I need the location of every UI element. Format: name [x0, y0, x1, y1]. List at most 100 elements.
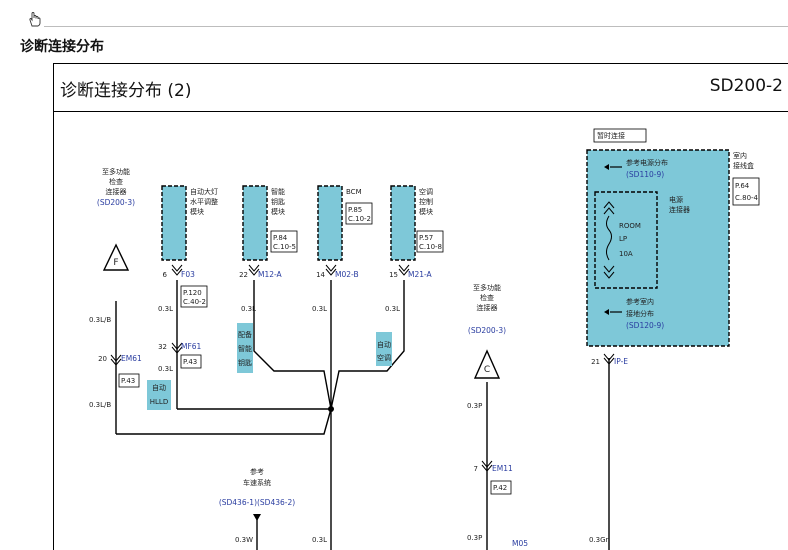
wire-label-2: 0.3L/B — [89, 401, 111, 409]
f03-ref-c: C.40-2 — [183, 298, 206, 306]
connector-m12a-pin: 22 — [239, 271, 248, 279]
tag-smart-line1: 配备 — [238, 330, 252, 339]
module-bcm-ref-c: C.10-2 — [348, 215, 371, 223]
module-ac-line2: 控制 — [419, 197, 433, 206]
junction-room-line1: 室内 — [733, 151, 747, 160]
connector-mf61-pin: 32 — [158, 343, 167, 351]
mid-link-line1: 至多功能 — [473, 283, 501, 292]
connector-ipe-pin: 21 — [591, 358, 600, 366]
junction-room-line2: 接线盒 — [733, 161, 754, 170]
tag-auto-line2: 空调 — [377, 353, 391, 362]
module-smart-key: 智能 钥匙 模块 P.84 C.10-5 — [242, 185, 298, 261]
module-bcm: BCM P.85 C.10-2 — [317, 185, 373, 261]
connector-em11-id: EM11 — [492, 464, 513, 473]
bottom-ref-arrow — [253, 514, 261, 521]
wire-label-8: 0.3P — [467, 402, 482, 410]
page-title: 诊断连接分布 — [20, 39, 104, 55]
junction-fuse-name2: LP — [619, 235, 627, 243]
top-divider — [44, 26, 788, 27]
module-smart-line2: 钥匙 — [271, 197, 285, 206]
bottom-ref-line1: 参考 — [250, 467, 264, 476]
junction-power-ref-code: (SD110-9) — [626, 170, 664, 179]
connector-m21a-pin: 15 — [389, 271, 398, 279]
diagram-sheet: 诊断连接分布 (2) SD200-2 自动大灯 水平调整 模块 智能 钥匙 模块… — [53, 63, 788, 550]
bottom-connector-id: M05 — [512, 539, 528, 548]
bottom-ref-line2: 车速系统 — [243, 478, 271, 487]
left-link-line3: 连接器 — [106, 187, 127, 196]
left-link-line2: 检查 — [109, 177, 123, 186]
module-bcm-ref-p: P.85 — [348, 206, 362, 214]
connector-mf61-id: MF61 — [181, 342, 202, 351]
junction-ref-p: P.64 — [735, 182, 750, 190]
left-link-ref: (SD200-3) — [97, 198, 135, 207]
wires — [115, 280, 610, 550]
junction-gnd-code: (SD120-9) — [626, 321, 664, 330]
module-ac-ref-p: P.57 — [419, 234, 433, 242]
tag-hlld-line1: 自动 — [152, 383, 166, 392]
junction-fuse-line2: 连接器 — [669, 205, 690, 214]
module-smart-line3: 模块 — [271, 207, 285, 216]
mid-link-letter: C — [484, 365, 490, 375]
module-hlld-line3: 模块 — [190, 207, 204, 216]
junction-gnd-line2: 接地分布 — [626, 309, 654, 318]
bottom-ref-code: (SD436-1)(SD436-2) — [219, 498, 295, 507]
wire-label-7: 0.3L — [385, 305, 400, 313]
connector-em61-pin: 20 — [98, 355, 107, 363]
wire-label-10: 0.3W — [235, 536, 253, 544]
module-bcm-label: BCM — [346, 188, 362, 196]
connector-m21a-id: M21-A — [408, 270, 433, 279]
wire-label-5: 0.3L — [241, 305, 256, 313]
mid-link-line2: 检查 — [480, 293, 494, 302]
module-smart-ref-p: P.84 — [273, 234, 288, 242]
junction-fuse-amp: 10A — [619, 250, 633, 258]
connector-f03-id: F03 — [181, 270, 195, 279]
module-ac: 空调 控制 模块 P.57 C.10-8 — [390, 185, 444, 261]
connector-ipe-id: IP-E — [614, 357, 628, 366]
module-ac-line1: 空调 — [419, 187, 433, 196]
junction-power-ref: 参考电源分布 — [626, 158, 668, 167]
wire-label-12: 0.3Gr — [589, 536, 609, 544]
tag-auto-line1: 自动 — [377, 340, 391, 349]
wiring-diagram: 自动大灯 水平调整 模块 智能 钥匙 模块 P.84 C.10-5 BCM P.… — [89, 128, 760, 550]
top-connectors — [171, 264, 410, 276]
tag-smart-line2: 智能 — [238, 344, 252, 353]
em11-ref: P.42 — [493, 484, 507, 492]
connector-m12a-id: M12-A — [258, 270, 283, 279]
f03-ref-p: P.120 — [183, 289, 202, 297]
splice-junction — [328, 406, 334, 412]
module-smart-ref-c: C.10-5 — [273, 243, 296, 251]
connector-m02b-id: M02-B — [335, 270, 359, 279]
hand-cursor-icon — [29, 12, 41, 27]
top-bar: 诊断连接分布 — [0, 0, 788, 60]
em61-ref: P.43 — [121, 377, 135, 385]
tag-hlld-line2: HLLD — [150, 398, 168, 406]
wire-label-3: 0.3L — [158, 305, 173, 313]
junction-box — [586, 149, 730, 347]
mid-link-line3: 连接器 — [477, 303, 498, 312]
wire-label-1: 0.3L/B — [89, 316, 111, 324]
junction-gnd-line1: 参考室内 — [626, 297, 654, 306]
wire-label-4: 0.3L — [158, 365, 173, 373]
left-link-letter: F — [113, 258, 118, 268]
junction-fuse-name1: ROOM — [619, 222, 641, 230]
module-hlld: 自动大灯 水平调整 模块 — [161, 185, 218, 261]
junction-ref-c: C.80-4 — [735, 194, 759, 202]
wire-label-11: 0.3L — [312, 536, 327, 544]
module-ac-ref-c: C.10-8 — [419, 243, 442, 251]
connector-em61-id: EM61 — [121, 354, 142, 363]
mid-link-ref: (SD200-3) — [468, 326, 506, 335]
wire-label-6: 0.3L — [312, 305, 327, 313]
wire-label-9: 0.3P — [467, 534, 482, 542]
mf61-ref: P.43 — [183, 358, 197, 366]
connector-m02b-pin: 14 — [316, 271, 325, 279]
connector-f03-pin: 6 — [163, 271, 168, 279]
module-hlld-line1: 自动大灯 — [190, 187, 218, 196]
left-link-line1: 至多功能 — [102, 167, 130, 176]
tag-smart-line3: 钥匙 — [238, 358, 252, 367]
module-ac-line3: 模块 — [419, 207, 433, 216]
module-smart-line1: 智能 — [271, 187, 285, 196]
module-hlld-line2: 水平调整 — [190, 197, 218, 206]
junction-fuse-line1: 电源 — [669, 195, 683, 204]
junction-header: 暂时连接 — [597, 131, 625, 140]
connector-em11-pin: 7 — [474, 465, 478, 473]
